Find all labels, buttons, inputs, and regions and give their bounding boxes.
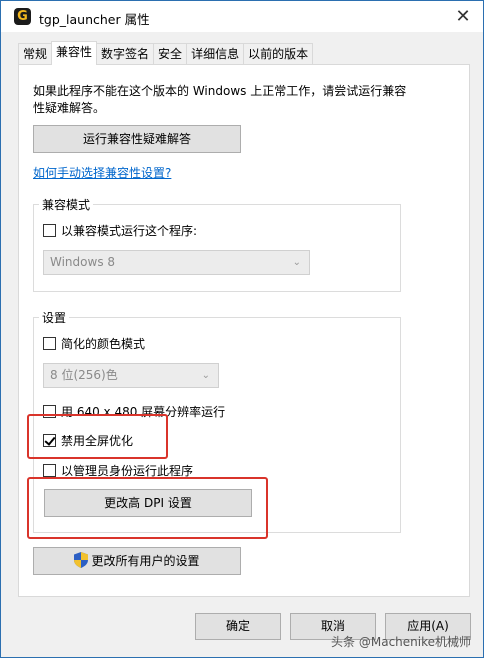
tab-details[interactable]: 详细信息 xyxy=(186,43,245,65)
reduced-color-label: 简化的颜色模式 xyxy=(61,337,146,351)
compat-mode-checkbox[interactable] xyxy=(43,224,56,237)
settings-label: 设置 xyxy=(39,309,70,326)
run-as-admin-checkbox[interactable] xyxy=(43,464,56,477)
window-title: tgp_launcher 属性 xyxy=(39,12,150,27)
tab-compatibility[interactable]: 兼容性 xyxy=(51,41,98,65)
chevron-down-icon: ⌄ xyxy=(201,370,210,381)
compat-mode-row[interactable]: 以兼容模式运行这个程序: xyxy=(43,222,197,239)
watermark-text: 头条 @Machenike机械师 xyxy=(331,635,471,649)
chevron-down-icon: ⌄ xyxy=(292,257,301,268)
app-icon: G xyxy=(14,8,31,25)
color-depth-value: 8 位(256)色 xyxy=(50,368,118,382)
uac-shield-icon xyxy=(74,552,89,568)
highlight-fullscreen-box xyxy=(27,414,168,459)
tab-general[interactable]: 常规 xyxy=(18,43,53,65)
compat-mode-label: 兼容模式 xyxy=(39,196,94,213)
color-depth-select[interactable]: 8 位(256)色 ⌄ xyxy=(43,363,219,388)
highlight-dpi-box xyxy=(27,477,268,539)
tab-strip: 常规 兼容性 数字签名 安全 详细信息 以前的版本 xyxy=(18,41,314,65)
compat-mode-group: 兼容模式 以兼容模式运行这个程序: Windows 8 ⌄ xyxy=(33,196,401,292)
os-version-value: Windows 8 xyxy=(50,255,116,269)
all-users-label: 更改所有用户的设置 xyxy=(91,554,200,568)
tab-security[interactable]: 安全 xyxy=(153,43,188,65)
troubleshooter-button[interactable]: 运行兼容性疑难解答 xyxy=(33,125,241,153)
reduced-color-checkbox[interactable] xyxy=(43,337,56,350)
intro-text: 如果此程序不能在这个版本的 Windows 上正常工作，请尝试运行兼容性疑难解答… xyxy=(33,84,407,115)
tab-digital-signatures[interactable]: 数字签名 xyxy=(96,43,155,65)
all-users-button[interactable]: 更改所有用户的设置 xyxy=(33,547,241,575)
properties-dialog: G tgp_launcher 属性 ✕ 常规 兼容性 数字签名 安全 详细信息 … xyxy=(0,0,484,658)
os-version-select[interactable]: Windows 8 ⌄ xyxy=(43,250,310,275)
reduced-color-row[interactable]: 简化的颜色模式 xyxy=(43,335,145,352)
ok-button[interactable]: 确定 xyxy=(195,613,281,640)
compat-mode-checkbox-label: 以兼容模式运行这个程序: xyxy=(61,224,198,238)
title-bar[interactable]: G tgp_launcher 属性 ✕ xyxy=(1,1,483,32)
manual-settings-link[interactable]: 如何手动选择兼容性设置? xyxy=(33,164,171,181)
close-icon[interactable]: ✕ xyxy=(453,7,473,27)
tab-previous-versions[interactable]: 以前的版本 xyxy=(243,43,314,65)
